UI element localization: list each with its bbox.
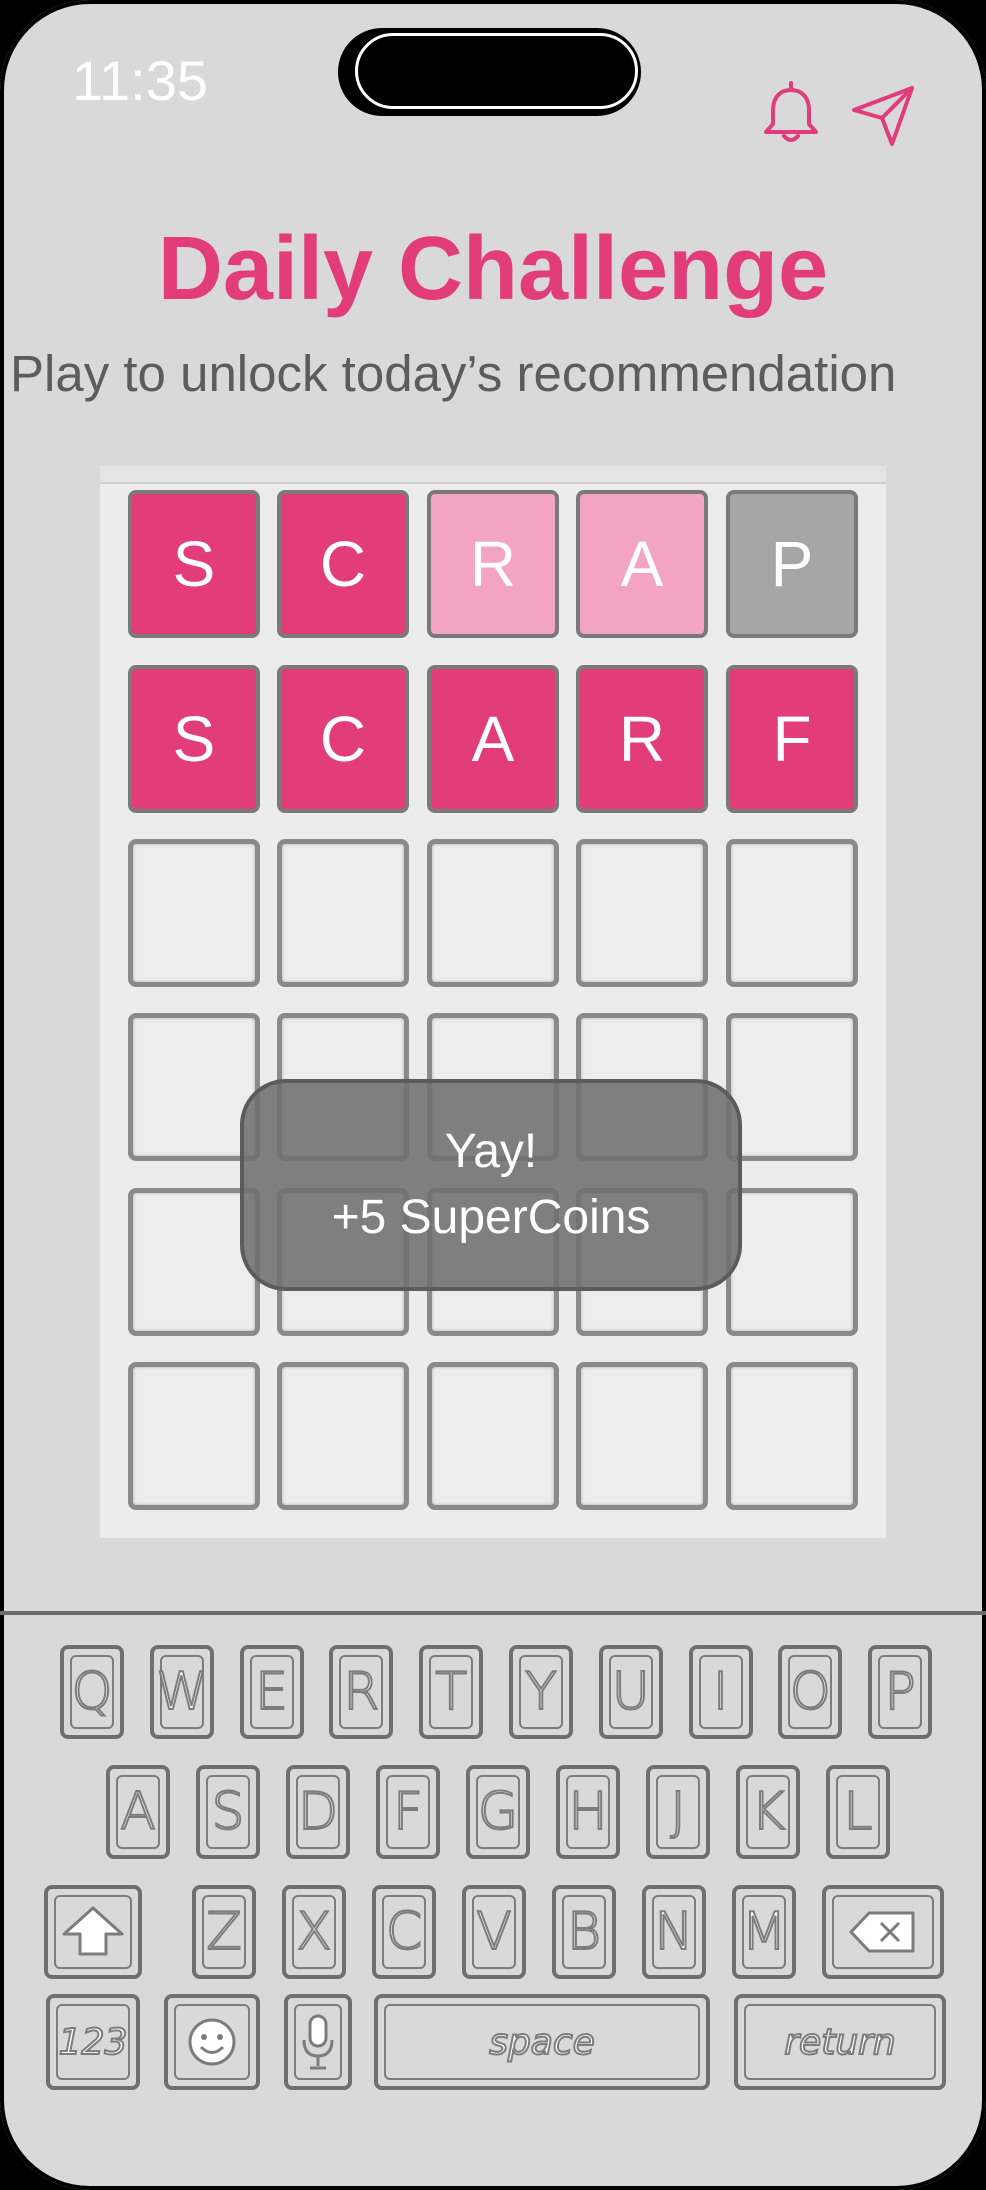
tile-r6-c2: [277, 1362, 409, 1510]
key-u[interactable]: U: [598, 1645, 663, 1739]
keyboard-divider: [0, 1611, 986, 1615]
key-b[interactable]: B: [552, 1885, 616, 1979]
key-m[interactable]: M: [732, 1885, 796, 1979]
key-n[interactable]: N: [642, 1885, 706, 1979]
tile-r5-c5: [726, 1188, 858, 1336]
tile-r1-c5: P: [726, 490, 858, 638]
key-r[interactable]: R: [329, 1645, 394, 1739]
tile-r1-c4: A: [576, 490, 708, 638]
key-t[interactable]: T: [419, 1645, 484, 1739]
tile-r6-c5: [726, 1362, 858, 1510]
microphone-icon: [302, 2014, 334, 2070]
key-k[interactable]: K: [736, 1765, 800, 1859]
status-time: 11:35: [72, 49, 208, 112]
key-a[interactable]: A: [106, 1765, 170, 1859]
key-h[interactable]: H: [556, 1765, 620, 1859]
key-f[interactable]: F: [376, 1765, 440, 1859]
tile-r1-c3: R: [427, 490, 559, 638]
smiley-icon: [188, 2018, 236, 2066]
shift-key[interactable]: [44, 1885, 142, 1979]
tile-r2-c2: C: [277, 665, 409, 813]
key-g[interactable]: G: [466, 1765, 530, 1859]
tile-r1-c1: S: [128, 490, 260, 638]
key-x[interactable]: X: [282, 1885, 346, 1979]
tile-r1-c2: C: [277, 490, 409, 638]
tile-r2-c4: R: [576, 665, 708, 813]
key-j[interactable]: J: [646, 1765, 710, 1859]
key-w[interactable]: W: [149, 1645, 214, 1739]
tile-r3-c5: [726, 839, 858, 987]
page-subtitle: Play to unlock today’s recommendation: [10, 345, 897, 402]
send-icon[interactable]: [848, 80, 918, 150]
key-d[interactable]: D: [286, 1765, 350, 1859]
key-s[interactable]: S: [196, 1765, 260, 1859]
tile-r3-c3: [427, 839, 559, 987]
reward-toast: Yay! +5 SuperCoins: [240, 1079, 742, 1291]
tile-r2-c3: A: [427, 665, 559, 813]
key-l[interactable]: L: [826, 1765, 890, 1859]
key-p[interactable]: P: [868, 1645, 933, 1739]
shift-arrow-icon: [62, 1906, 124, 1956]
delete-key[interactable]: [822, 1885, 944, 1979]
game-board-top-edge: [100, 466, 886, 484]
dynamic-island-outline: [355, 33, 638, 109]
return-key[interactable]: return: [734, 1994, 946, 2090]
space-key[interactable]: space: [374, 1994, 710, 2090]
tile-r2-c1: S: [128, 665, 260, 813]
key-o[interactable]: O: [778, 1645, 843, 1739]
tile-r4-c5: [726, 1013, 858, 1161]
key-z[interactable]: Z: [192, 1885, 256, 1979]
tile-r3-c4: [576, 839, 708, 987]
key-i[interactable]: I: [688, 1645, 753, 1739]
tile-r2-c5: F: [726, 665, 858, 813]
tile-r6-c3: [427, 1362, 559, 1510]
key-c[interactable]: C: [372, 1885, 436, 1979]
tile-r6-c4: [576, 1362, 708, 1510]
toast-title: Yay!: [444, 1125, 538, 1178]
key-v[interactable]: V: [462, 1885, 526, 1979]
numbers-key[interactable]: 123: [46, 1994, 140, 2090]
key-y[interactable]: Y: [509, 1645, 573, 1739]
page-title: Daily Challenge: [157, 219, 829, 319]
microphone-key[interactable]: [284, 1994, 352, 2090]
emoji-key[interactable]: [164, 1994, 260, 2090]
tile-r3-c2: [277, 839, 409, 987]
backspace-icon: [849, 1911, 915, 1953]
key-e[interactable]: E: [239, 1645, 304, 1739]
tile-r6-c1: [128, 1362, 260, 1510]
tile-r3-c1: [128, 839, 260, 987]
key-q[interactable]: Q: [60, 1645, 124, 1739]
toast-reward: +5 SuperCoins: [331, 1191, 651, 1244]
bell-icon[interactable]: [756, 78, 826, 148]
phone-screen: 11:35 Daily Challenge Play to unlock tod…: [0, 0, 986, 2190]
